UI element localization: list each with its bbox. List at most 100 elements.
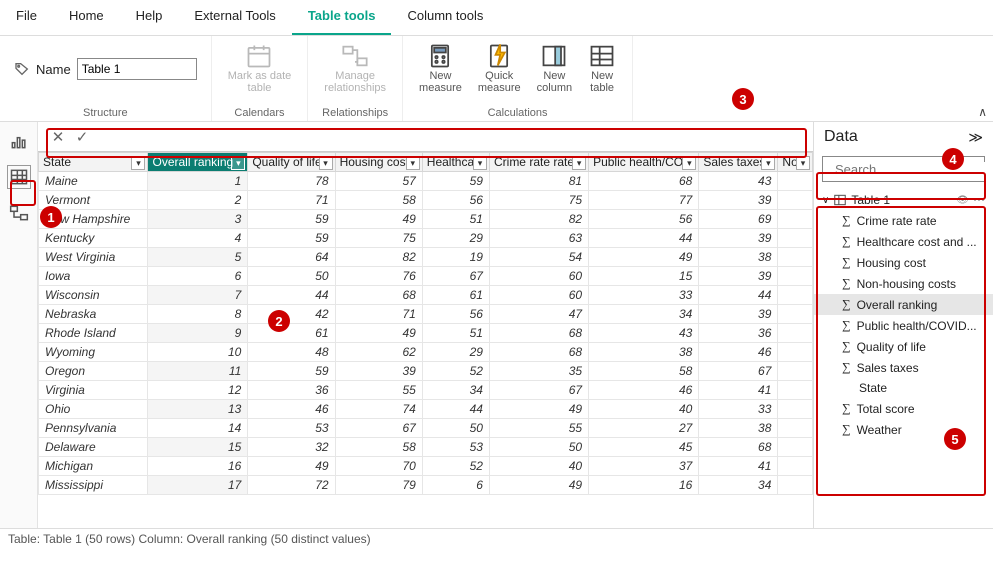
menu-file[interactable]: File [0, 0, 53, 35]
quick-measure-button[interactable]: Quick measure [472, 40, 527, 96]
status-bar: Table: Table 1 (50 rows) Column: Overall… [0, 528, 993, 550]
collapse-ribbon-icon[interactable]: ∧ [978, 105, 987, 119]
column-header[interactable]: Housing cost▾ [335, 153, 422, 172]
sigma-icon: ∑ [842, 318, 851, 333]
sigma-icon: ∑ [842, 360, 851, 375]
menu-home[interactable]: Home [53, 0, 120, 35]
filter-dropdown-icon[interactable]: ▾ [406, 156, 420, 170]
group-label-calendars: Calendars [234, 107, 284, 119]
sigma-icon: ∑ [842, 297, 851, 312]
mark-as-date-table-button[interactable]: Mark as date table [222, 40, 298, 96]
table-row[interactable]: Kentucky4597529634439 [39, 229, 813, 248]
search-input[interactable] [835, 162, 993, 177]
table-icon [833, 193, 847, 207]
table-row[interactable]: Mississippi1772796491634 [39, 476, 813, 495]
table-row[interactable]: New Hampshire3594951825669 [39, 210, 813, 229]
report-view-icon[interactable] [8, 130, 30, 152]
table-row[interactable]: Delaware15325853504568 [39, 438, 813, 457]
table-row[interactable]: Nebraska8427156473439 [39, 305, 813, 324]
fields-container: ∑Crime rate rate∑Healthcare cost and ...… [814, 210, 993, 440]
view-rail [0, 122, 38, 528]
field-item[interactable]: ∑Non-housing costs [814, 273, 993, 294]
sigma-icon: ∑ [842, 422, 851, 437]
field-item[interactable]: ∑Housing cost [814, 252, 993, 273]
field-item[interactable]: ∑Healthcare cost and ... [814, 231, 993, 252]
table-row[interactable]: Maine1785759816843 [39, 172, 813, 191]
commit-formula-icon[interactable]: ✓ [70, 128, 94, 146]
menu-external-tools[interactable]: External Tools [178, 0, 291, 35]
new-column-button[interactable]: New column [531, 40, 578, 96]
table-node[interactable]: ∨ Table 1 👁 ⋯ [814, 190, 993, 210]
table-row[interactable]: Wyoming10486229683846 [39, 343, 813, 362]
sigma-icon: ∑ [842, 401, 851, 416]
expand-pane-icon[interactable]: ≫ [968, 129, 983, 146]
table-row[interactable]: Wisconsin7446861603344 [39, 286, 813, 305]
column-header[interactable]: State▾ [39, 153, 148, 172]
formula-bar: ✕ ✓ [38, 122, 813, 152]
new-measure-button[interactable]: New measure [413, 40, 468, 96]
menu-table-tools[interactable]: Table tools [292, 0, 392, 35]
visibility-icon[interactable]: 👁 [956, 195, 969, 206]
column-header[interactable]: Sales taxes▾ [699, 153, 778, 172]
cancel-formula-icon[interactable]: ✕ [46, 128, 70, 146]
data-pane-title: Data [824, 128, 858, 146]
field-item[interactable]: ∑Quality of life [814, 336, 993, 357]
sigma-icon: ∑ [842, 234, 851, 249]
field-item[interactable]: ∑Crime rate rate [814, 210, 993, 231]
table-row[interactable]: Rhode Island9614951684336 [39, 324, 813, 343]
sigma-icon: ∑ [842, 276, 851, 291]
field-item[interactable]: State [814, 378, 993, 398]
sigma-icon: ∑ [842, 255, 851, 270]
group-label-calculations: Calculations [488, 107, 548, 119]
column-header[interactable]: Overall ranking▾ [148, 153, 248, 172]
filter-dropdown-icon[interactable]: ▾ [796, 156, 810, 170]
field-item[interactable]: ∑Overall ranking [814, 294, 993, 315]
filter-dropdown-icon[interactable]: ▾ [572, 156, 586, 170]
group-label-relationships: Relationships [322, 107, 388, 119]
field-item[interactable]: ∑Total score [814, 398, 993, 419]
table-row[interactable]: Vermont2715856757739 [39, 191, 813, 210]
table-row[interactable]: Michigan16497052403741 [39, 457, 813, 476]
sigma-icon: ∑ [842, 339, 851, 354]
name-label: Name [36, 62, 71, 77]
menubar: FileHomeHelpExternal ToolsTable toolsCol… [0, 0, 993, 36]
filter-dropdown-icon[interactable]: ▾ [231, 156, 245, 170]
column-header[interactable]: Non▾ [778, 153, 813, 172]
sigma-icon: ∑ [842, 213, 851, 228]
data-grid[interactable]: State▾Overall ranking▾Quality of life▾Ho… [38, 152, 813, 528]
table-row[interactable]: Virginia12365534674641 [39, 381, 813, 400]
header-row: State▾Overall ranking▾Quality of life▾Ho… [39, 153, 813, 172]
ribbon: Name Structure Mark as date table Calend… [0, 36, 993, 122]
column-header[interactable]: Healthcar▾ [422, 153, 489, 172]
table-row[interactable]: Ohio13467444494033 [39, 400, 813, 419]
column-header[interactable]: Crime rate rate▾ [489, 153, 588, 172]
table-row[interactable]: Oregon11593952355867 [39, 362, 813, 381]
filter-dropdown-icon[interactable]: ▾ [131, 156, 145, 170]
table-row[interactable]: Pennsylvania14536750552738 [39, 419, 813, 438]
field-item[interactable]: ∑Sales taxes [814, 357, 993, 378]
group-label-structure: Structure [83, 107, 128, 119]
column-header[interactable]: Public health/CO▾ [589, 153, 699, 172]
data-pane: Data ≫ ∨ Table 1 👁 ⋯ ∑Crime rate rate∑He… [813, 122, 993, 528]
data-view-icon[interactable] [8, 166, 30, 188]
formula-input[interactable] [94, 126, 805, 148]
table-row[interactable]: West Virginia5648219544938 [39, 248, 813, 267]
chevron-down-icon: ∨ [822, 195, 829, 206]
filter-dropdown-icon[interactable]: ▾ [473, 156, 487, 170]
table-row[interactable]: Iowa6507667601539 [39, 267, 813, 286]
tag-icon [14, 61, 30, 77]
field-item[interactable]: ∑Public health/COVID... [814, 315, 993, 336]
field-item[interactable]: ∑Weather [814, 419, 993, 440]
model-view-icon[interactable] [8, 202, 30, 224]
menu-column-tools[interactable]: Column tools [391, 0, 499, 35]
table-name-input[interactable] [77, 58, 197, 80]
menu-help[interactable]: Help [120, 0, 179, 35]
new-table-button[interactable]: New table [582, 40, 622, 96]
filter-dropdown-icon[interactable]: ▾ [761, 156, 775, 170]
manage-relationships-button[interactable]: Manage relationships [318, 40, 392, 96]
column-header[interactable]: Quality of life▾ [248, 153, 335, 172]
fields-list: ∨ Table 1 👁 ⋯ ∑Crime rate rate∑Healthcar… [814, 186, 993, 444]
filter-dropdown-icon[interactable]: ▾ [319, 156, 333, 170]
more-icon[interactable]: ⋯ [973, 193, 985, 207]
filter-dropdown-icon[interactable]: ▾ [682, 156, 696, 170]
